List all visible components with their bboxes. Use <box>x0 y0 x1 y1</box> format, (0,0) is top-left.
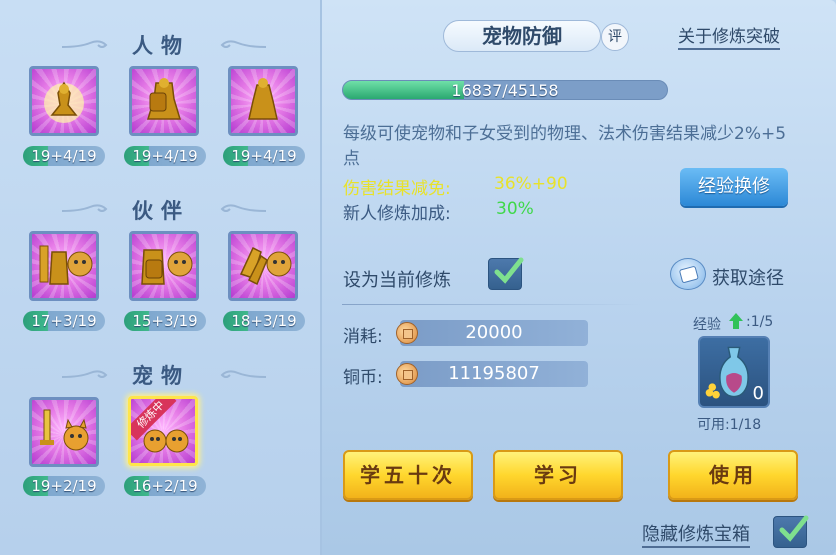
character-skill-2-icon[interactable] <box>129 66 199 136</box>
obtain-way-label[interactable]: 获取途径 <box>712 264 784 290</box>
damage-reduction-label: 伤害结果减免: <box>343 179 451 199</box>
section-title-partner: 伙伴 <box>132 199 190 223</box>
hide-chest-label: 隐藏修炼宝箱 <box>642 520 750 548</box>
coin-icon <box>396 322 418 344</box>
divider <box>342 304 642 305</box>
skill-description: 每级可使宠物和子女受到的物理、法术伤害结果减少2%+5点 <box>343 124 787 169</box>
pet-skill-attack-level: 19+2/19 <box>23 476 105 496</box>
hide-chest-checkbox[interactable] <box>773 515 809 548</box>
decorative-swirl-right <box>190 200 268 212</box>
character-skill-2-level: 19+4/19 <box>124 146 206 166</box>
character-skill-1-icon[interactable] <box>29 66 99 136</box>
newbie-bonus-value: 30% <box>496 199 534 219</box>
obtain-way-icon[interactable] <box>670 258 706 290</box>
decorative-swirl-right <box>190 366 268 378</box>
partner-skill-3-level: 18+3/19 <box>223 311 305 331</box>
experience-label: 经验 <box>693 317 721 333</box>
partner-skill-3-icon[interactable] <box>228 231 298 301</box>
copper-value: 11195807 <box>400 361 588 387</box>
pet-skill-defense-level: 16+2/19 <box>124 476 206 496</box>
skill-title: 宠物防御 <box>443 20 601 52</box>
damage-reduction-value: 36%+90 <box>494 174 568 194</box>
cultivation-category-column: 人物 19+4/19 19+4/19 19+4/19 伙伴 17+3/19 15… <box>0 0 322 555</box>
cost-value: 20000 <box>400 320 588 346</box>
evaluate-button[interactable]: 评 <box>601 23 629 51</box>
exchange-experience-button[interactable]: 经验换修 <box>680 168 788 206</box>
use-button[interactable]: 使用 <box>668 450 798 500</box>
checkmark-icon <box>779 515 809 542</box>
partner-skill-2-level: 15+3/19 <box>124 311 206 331</box>
set-current-checkbox[interactable] <box>488 257 524 290</box>
partner-skill-1-level: 17+3/19 <box>23 311 105 331</box>
experience-progress-text: 16837/45158 <box>451 81 559 100</box>
character-skill-3-level: 19+4/19 <box>223 146 305 166</box>
newbie-bonus-label: 新人修炼加成: <box>343 204 451 224</box>
character-skill-3-icon[interactable] <box>228 66 298 136</box>
arrow-up-icon <box>728 312 744 330</box>
checkmark-icon <box>494 257 524 284</box>
pet-skill-attack-icon[interactable] <box>29 397 99 467</box>
section-title-pet: 宠物 <box>132 364 190 388</box>
coin-icon <box>396 363 418 385</box>
character-skill-1-level: 19+4/19 <box>23 146 105 166</box>
learn-fifty-times-button[interactable]: 学五十次 <box>343 450 473 500</box>
set-current-label: 设为当前修炼 <box>343 270 451 291</box>
partner-skill-2-icon[interactable] <box>129 231 199 301</box>
item-count: 0 <box>752 383 764 404</box>
about-breakthrough-link[interactable]: 关于修炼突破 <box>678 26 780 50</box>
cultivation-item-slot[interactable]: 0 <box>698 336 770 408</box>
decorative-swirl-right <box>190 36 268 48</box>
section-title-character: 人物 <box>132 34 190 58</box>
partner-skill-1-icon[interactable] <box>29 231 99 301</box>
cost-label: 消耗: <box>343 327 383 347</box>
pet-skill-defense-icon[interactable]: 修炼中 <box>128 396 198 466</box>
available-count: 可用:1/18 <box>697 417 762 433</box>
copper-label: 铜币: <box>343 368 383 388</box>
experience-progress-bar: 16837/45158 <box>342 80 668 100</box>
experience-count: :1/5 <box>746 314 774 330</box>
learn-button[interactable]: 学习 <box>493 450 623 500</box>
